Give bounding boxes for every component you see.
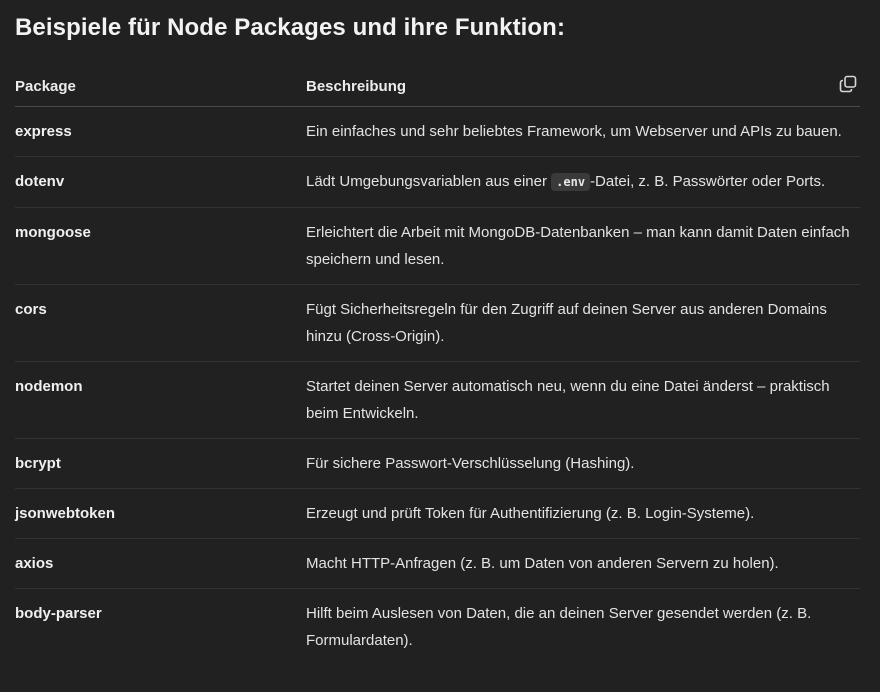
package-name: cors bbox=[15, 284, 306, 362]
section-heading: Beispiele für Node Packages und ihre Fun… bbox=[15, 14, 566, 41]
package-name: mongoose bbox=[15, 207, 306, 285]
package-description: Erzeugt und prüft Token für Authentifizi… bbox=[306, 488, 860, 539]
table-row: bcrypt Für sichere Passwort-Verschlüssel… bbox=[15, 438, 860, 489]
table-row: axios Macht HTTP-Anfragen (z. B. um Date… bbox=[15, 538, 860, 589]
packages-table: Package Beschreibung express Ein einfach… bbox=[15, 68, 860, 665]
desc-text-before: Lädt Umgebungsvariablen aus einer bbox=[306, 173, 552, 190]
package-name: express bbox=[15, 106, 306, 157]
package-description: Hilft beim Auslesen von Daten, die an de… bbox=[306, 605, 812, 649]
table-row: dotenv Lädt Umgebungsvariablen aus einer… bbox=[15, 156, 860, 208]
table-row: mongoose Erleichtert die Arbeit mit Mong… bbox=[15, 207, 860, 285]
package-name: bcrypt bbox=[15, 438, 306, 489]
table-container: Package Beschreibung express Ein einfach… bbox=[15, 68, 860, 665]
header-package: Package bbox=[15, 68, 306, 107]
desc-text-after: -Datei, z. B. Passwörter oder Ports. bbox=[590, 173, 826, 190]
table-row: jsonwebtoken Erzeugt und prüft Token für… bbox=[15, 488, 860, 539]
package-description: Lädt Umgebungsvariablen aus einer .env -D… bbox=[306, 156, 860, 208]
package-name: dotenv bbox=[15, 156, 306, 208]
table-header-row: Package Beschreibung bbox=[15, 68, 860, 107]
chat-message: Beispiele für Node Packages und ihre Fun… bbox=[0, 0, 880, 692]
package-name: nodemon bbox=[15, 361, 306, 439]
package-description: Fügt Sicherheitsregeln für den Zugriff a… bbox=[306, 284, 860, 362]
header-description: Beschreibung bbox=[306, 68, 860, 107]
package-description: Ein einfaches und sehr beliebtes Framewo… bbox=[306, 106, 860, 157]
package-description: Für sichere Passwort-Verschlüsselung (Ha… bbox=[306, 438, 860, 489]
package-name: jsonwebtoken bbox=[15, 488, 306, 539]
package-description: Macht HTTP-Anfragen (z. B. um Daten von … bbox=[306, 538, 860, 589]
package-name: body-parser bbox=[15, 605, 102, 622]
package-description: Startet deinen Server automatisch neu, w… bbox=[306, 361, 860, 439]
package-description: Erleichtert die Arbeit mit MongoDB-Daten… bbox=[306, 207, 860, 285]
table-row: nodemon Startet deinen Server automatisc… bbox=[15, 361, 860, 439]
copy-icon bbox=[839, 75, 857, 93]
table-row: cors Fügt Sicherheitsregeln für den Zugr… bbox=[15, 284, 860, 362]
package-name: axios bbox=[15, 538, 306, 589]
table-row: body-parser Hilft beim Auslesen von Date… bbox=[15, 589, 860, 666]
inline-code: .env bbox=[551, 173, 591, 191]
copy-table-button[interactable] bbox=[836, 72, 860, 96]
table-row: express Ein einfaches und sehr beliebtes… bbox=[15, 106, 860, 157]
